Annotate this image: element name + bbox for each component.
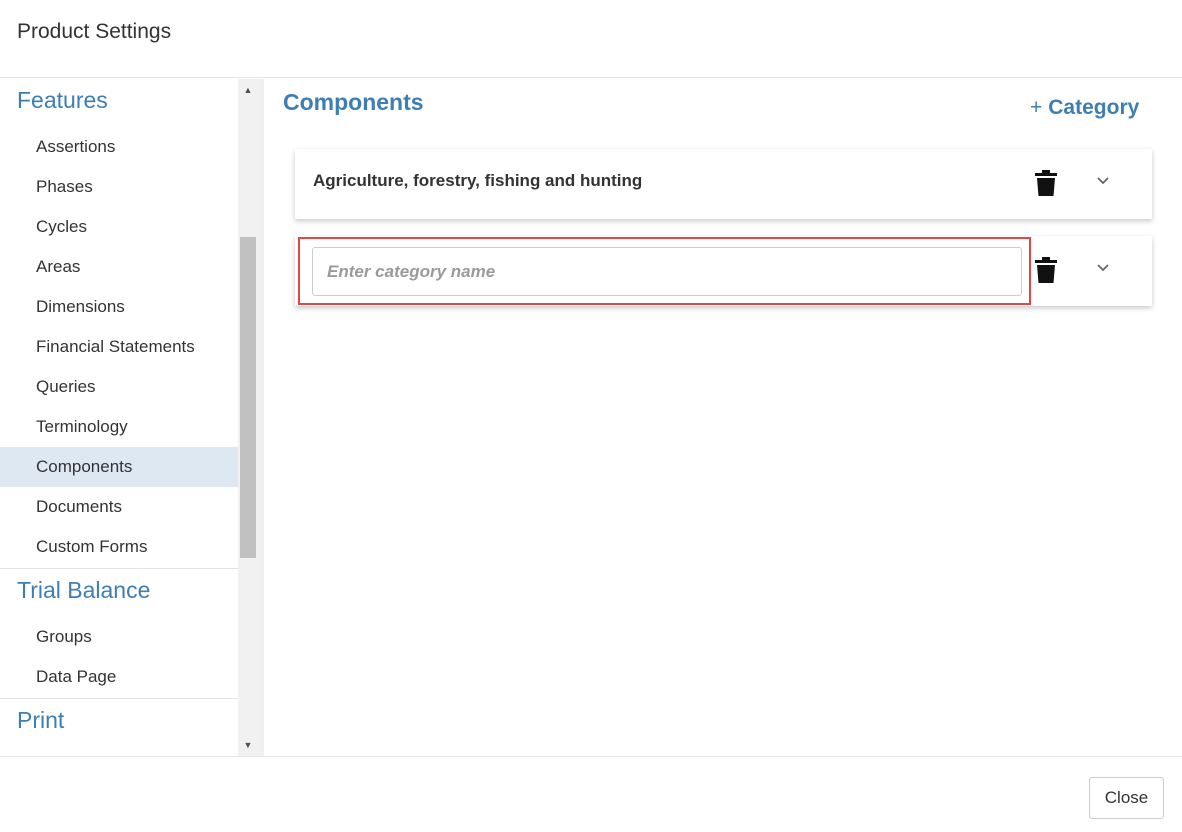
arrow-up-icon[interactable]: ▲ (238, 82, 258, 98)
sidebar-item-custom-forms[interactable]: Custom Forms (0, 527, 238, 567)
sidebar-item-queries[interactable]: Queries (0, 367, 238, 407)
section-divider (0, 698, 238, 699)
settings-sidebar: Features Assertions Phases Cycles Areas … (0, 79, 238, 756)
trash-icon[interactable] (1035, 257, 1057, 283)
dialog-header: Product Settings (0, 0, 1182, 78)
category-name: Agriculture, forestry, fishing and hunti… (313, 171, 643, 190)
page-title: Components (283, 89, 424, 115)
sidebar-item-financial-statements[interactable]: Financial Statements (0, 327, 238, 367)
sidebar-item-terminology[interactable]: Terminology (0, 407, 238, 447)
sidebar-item-assertions[interactable]: Assertions (0, 127, 238, 167)
sidebar-item-areas[interactable]: Areas (0, 247, 238, 287)
category-name-input[interactable] (312, 247, 1022, 296)
close-button[interactable]: Close (1089, 777, 1164, 819)
sidebar-item-data-page[interactable]: Data Page (0, 657, 238, 697)
components-panel: Components + Category Agriculture, forest… (264, 79, 1182, 756)
chevron-down-icon[interactable] (1095, 175, 1111, 187)
sidebar-scrollbar[interactable]: ▲ ▼ (238, 79, 258, 756)
arrow-down-icon[interactable]: ▼ (238, 737, 258, 753)
add-category-button[interactable]: + Category (1030, 96, 1139, 120)
sidebar-item-components[interactable]: Components (0, 447, 238, 487)
section-heading-print[interactable]: Print (17, 707, 64, 734)
dialog-title: Product Settings (17, 20, 172, 43)
section-heading-trial-balance[interactable]: Trial Balance (17, 577, 150, 604)
section-heading-features[interactable]: Features (17, 87, 108, 114)
dialog-footer: Close (0, 756, 1182, 832)
trash-icon[interactable] (1035, 170, 1057, 196)
scrollbar-thumb[interactable] (240, 237, 256, 558)
plus-icon: + (1030, 96, 1043, 119)
add-category-label: Category (1048, 96, 1140, 119)
category-card: Agriculture, forestry, fishing and hunti… (295, 149, 1152, 219)
sidebar-item-dimensions[interactable]: Dimensions (0, 287, 238, 327)
sidebar-item-cycles[interactable]: Cycles (0, 207, 238, 247)
sidebar-item-groups[interactable]: Groups (0, 617, 238, 657)
chevron-down-icon[interactable] (1095, 262, 1111, 274)
sidebar-item-documents[interactable]: Documents (0, 487, 238, 527)
sidebar-item-phases[interactable]: Phases (0, 167, 238, 207)
category-card-new (295, 236, 1152, 306)
section-divider (0, 568, 238, 569)
